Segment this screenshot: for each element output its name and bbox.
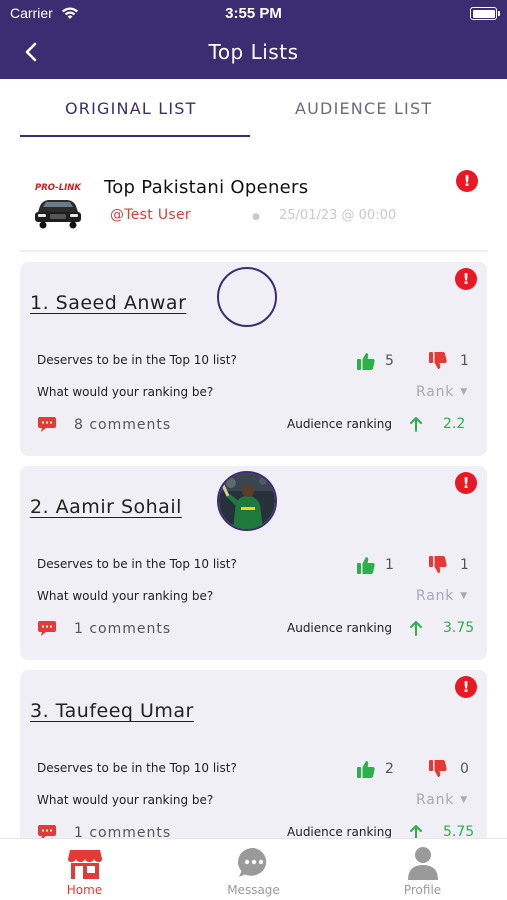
comment-icon[interactable]: [37, 416, 57, 434]
thumbs-down-icon[interactable]: [428, 555, 448, 575]
clock: 3:55 PM: [225, 5, 282, 22]
deserves-question: Deserves to be in the Top 10 list?: [37, 353, 237, 367]
list-tabs: ORIGINAL LIST AUDIENCE LIST: [0, 79, 507, 139]
ranking-question: What would your ranking be?: [37, 589, 214, 603]
player-card: 3. Taufeeq Umar ! Deserves to be in the …: [20, 670, 487, 864]
downvote-count: 0: [460, 761, 469, 777]
rank-placeholder: Rank: [416, 384, 455, 400]
player-avatar[interactable]: [217, 471, 277, 531]
ranking-question: What would your ranking be?: [37, 793, 214, 807]
tabbar-message[interactable]: Message: [169, 839, 338, 900]
tabbar-label-profile: Profile: [403, 883, 442, 897]
tab-audience-list[interactable]: AUDIENCE LIST: [295, 99, 432, 118]
thumbs-down-icon[interactable]: [428, 759, 448, 779]
nav-header: Carrier 3:55 PM Top Lists: [0, 0, 507, 79]
player-photo: [219, 473, 275, 529]
deserves-question: Deserves to be in the Top 10 list?: [37, 761, 237, 775]
comments-link[interactable]: 8 comments: [74, 417, 171, 433]
deserves-question: Deserves to be in the Top 10 list?: [37, 557, 237, 571]
comments-link[interactable]: 1 comments: [74, 621, 171, 637]
thumbs-up-icon[interactable]: [356, 759, 376, 779]
player-card: 2. Aamir Sohail ! Deserves to be in the …: [20, 466, 487, 660]
audience-ranking-label: Audience ranking: [287, 825, 392, 839]
bottom-tab-bar: Home Message Profile: [0, 838, 507, 900]
downvote-count: 1: [460, 557, 469, 573]
chat-icon: [237, 847, 267, 877]
upvote-count: 5: [385, 353, 394, 369]
list-title: Top Pakistani Openers: [104, 177, 309, 198]
report-player-icon[interactable]: !: [455, 268, 477, 290]
rank-dropdown[interactable]: Rank ▼: [416, 588, 468, 604]
caret-down-icon: ▼: [460, 591, 468, 601]
person-icon: [408, 847, 438, 880]
caret-down-icon: ▼: [460, 387, 468, 397]
battery-icon: [470, 7, 500, 20]
audience-ranking-label: Audience ranking: [287, 621, 392, 635]
rank-dropdown[interactable]: Rank ▼: [416, 792, 468, 808]
player-name[interactable]: 1. Saeed Anwar: [30, 292, 186, 314]
tab-original-list[interactable]: ORIGINAL LIST: [65, 99, 197, 118]
upvote-count: 2: [385, 761, 394, 777]
report-list-icon[interactable]: !: [456, 170, 478, 192]
tabbar-home[interactable]: Home: [0, 839, 169, 900]
report-player-icon[interactable]: !: [455, 472, 477, 494]
player-card: 1. Saeed Anwar ! Deserves to be in the T…: [20, 262, 487, 456]
downvote-count: 1: [460, 353, 469, 369]
thumbs-up-icon[interactable]: [356, 555, 376, 575]
tabbar-label-home: Home: [66, 883, 103, 897]
player-name[interactable]: 3. Taufeeq Umar: [30, 700, 194, 722]
audience-ranking-label: Audience ranking: [287, 417, 392, 431]
audience-ranking-value: 3.75: [443, 620, 475, 636]
caret-down-icon: ▼: [460, 795, 468, 805]
logo-text: PRO-LINK: [35, 183, 82, 193]
rank-dropdown[interactable]: Rank ▼: [416, 384, 468, 400]
list-info-header: PRO-LINK Top Pakistani Openers @Test Use…: [20, 160, 488, 252]
status-bar: Carrier 3:55 PM: [0, 0, 507, 28]
tabbar-label-message: Message: [227, 883, 280, 897]
audience-ranking-value: 2.2: [443, 416, 466, 432]
list-author-link[interactable]: @Test User: [110, 207, 191, 223]
thumbs-up-icon[interactable]: [356, 351, 376, 371]
upvote-count: 1: [385, 557, 394, 573]
ranking-question: What would your ranking be?: [37, 385, 214, 399]
rank-placeholder: Rank: [416, 792, 455, 808]
player-avatar-placeholder[interactable]: [217, 267, 277, 327]
separator-dot: ●: [252, 212, 260, 222]
thumbs-down-icon[interactable]: [428, 351, 448, 371]
list-date: 25/01/23 @ 00:00: [279, 208, 397, 223]
tabbar-profile[interactable]: Profile: [338, 839, 507, 900]
rank-placeholder: Rank: [416, 588, 455, 604]
arrow-up-icon: [410, 417, 422, 432]
page-title: Top Lists: [208, 40, 299, 64]
active-tab-indicator: [20, 135, 250, 137]
store-icon: [68, 850, 102, 879]
comment-icon[interactable]: [37, 620, 57, 638]
list-logo: PRO-LINK: [35, 183, 82, 229]
player-name[interactable]: 2. Aamir Sohail: [30, 496, 182, 518]
arrow-up-icon: [410, 621, 422, 636]
report-player-icon[interactable]: !: [455, 676, 477, 698]
